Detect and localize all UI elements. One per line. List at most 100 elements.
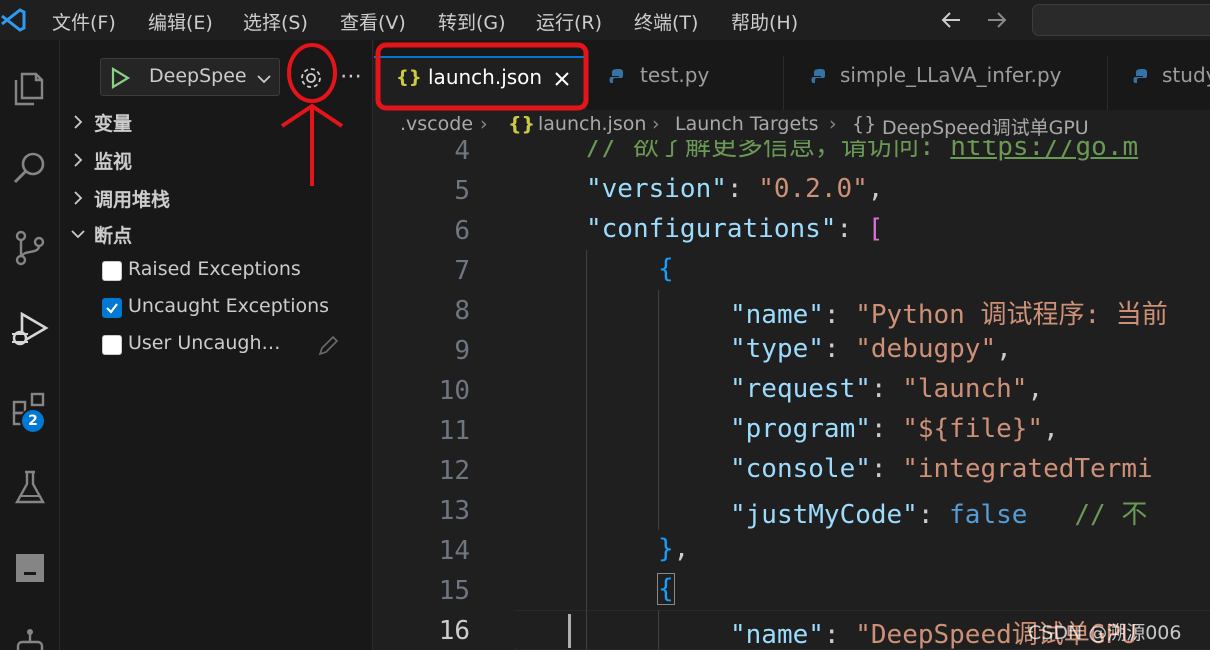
more-actions-icon[interactable]: ⋯	[340, 64, 362, 89]
run-debug-icon[interactable]	[0, 298, 60, 358]
section-call-stack[interactable]: 调用堆栈	[60, 180, 373, 216]
code-line-6: "configurations": [	[586, 214, 884, 244]
source-control-icon[interactable]	[0, 218, 60, 278]
arrow-right-icon[interactable]	[984, 8, 1008, 32]
line-number: 5	[454, 176, 470, 206]
line-number: 12	[438, 456, 470, 486]
object-icon: {}	[852, 113, 877, 135]
indent-guide	[586, 250, 587, 650]
code-string: "Python 调试程序: 当前	[855, 300, 1168, 330]
breadcrumb-section[interactable]: Launch Targets	[675, 113, 819, 135]
debug-toolbar: DeepSpee	[100, 58, 340, 96]
breakpoint-label: Raised Exceptions	[128, 258, 301, 280]
text-cursor	[568, 614, 571, 648]
menu-go[interactable]: 转到(G)	[438, 8, 506, 35]
code-line-7: {	[658, 254, 674, 284]
python-icon	[811, 69, 825, 83]
debug-config-select[interactable]: DeepSpee	[100, 58, 280, 96]
breadcrumb-separator: ›	[829, 113, 837, 135]
code-comment: // 欲了解更多信息，请访问:	[586, 140, 951, 162]
breakpoint-raised-exceptions: Raised Exceptions	[60, 253, 373, 289]
breadcrumb-file[interactable]: launch.json	[538, 113, 646, 135]
section-title: 断点	[94, 225, 133, 247]
breadcrumb: .vscode › {} launch.json › Launch Target…	[374, 110, 1210, 140]
menu-file[interactable]: 文件(F)	[52, 8, 116, 35]
check-icon	[106, 303, 118, 314]
checkbox[interactable]	[102, 335, 122, 355]
line-number-current: 16	[438, 616, 470, 646]
section-watch[interactable]: 监视	[60, 142, 373, 178]
section-title: 监视	[94, 151, 133, 173]
code-key: "program"	[730, 414, 871, 444]
code-key: "request"	[730, 374, 871, 404]
chevron-right-icon	[74, 153, 83, 167]
section-breakpoints[interactable]: 断点	[60, 216, 373, 252]
menu-run[interactable]: 运行(R)	[536, 8, 602, 35]
code-string: "${file}"	[902, 414, 1044, 444]
menu-terminal[interactable]: 终端(T)	[634, 8, 698, 35]
edit-pencil-icon[interactable]	[316, 334, 340, 358]
json-icon: {}	[396, 67, 422, 88]
line-number: 8	[454, 296, 470, 326]
watermark: CSDN @溯源006	[1028, 622, 1182, 644]
chevron-right-icon	[74, 115, 83, 129]
command-center-search[interactable]	[1032, 4, 1210, 36]
menu-selection[interactable]: 选择(S)	[243, 8, 308, 35]
line-number: 7	[454, 256, 470, 286]
testing-icon[interactable]	[0, 458, 60, 518]
breakpoint-label: Uncaught Exceptions	[128, 295, 330, 317]
explorer-icon[interactable]	[0, 58, 60, 118]
indent-guide	[658, 290, 659, 530]
code-string: "launch"	[902, 374, 1028, 404]
start-debugging-icon[interactable]	[107, 65, 133, 91]
breadcrumb-folder[interactable]: .vscode	[400, 113, 473, 135]
tab-label: study	[1162, 63, 1210, 87]
code-key: "type"	[730, 334, 824, 364]
code-comment: // 不	[1074, 500, 1148, 530]
code-line-8: "name": "Python 调试程序: 当前	[730, 300, 1168, 330]
breakpoint-user-uncaught: User Uncaugh…	[60, 327, 373, 363]
tab-label: launch.json	[428, 65, 543, 89]
gear-icon[interactable]	[298, 65, 324, 91]
tab-study[interactable]: study	[1108, 56, 1210, 110]
code-key: "console"	[730, 454, 871, 484]
line-number: 4	[454, 140, 470, 166]
checkbox[interactable]	[102, 261, 122, 281]
arrow-left-icon[interactable]	[940, 8, 964, 32]
code-key: "justMyCode"	[730, 500, 918, 530]
line-number: 15	[438, 576, 470, 606]
tab-label: simple_LLaVA_infer.py	[840, 63, 1062, 87]
code-url[interactable]: https://go.m	[950, 140, 1138, 162]
code-key: "name"	[730, 300, 824, 330]
tab-simple-llava-infer[interactable]: simple_LLaVA_infer.py	[784, 56, 1108, 110]
checkbox[interactable]	[102, 298, 122, 318]
tab-test-py[interactable]: test.py	[586, 56, 784, 110]
robot-icon[interactable]	[0, 614, 60, 650]
line-number: 13	[438, 496, 470, 526]
code-editor[interactable]: 4 5 6 7 8 9 10 11 12 13 14 15 16 // 欲了解更…	[374, 140, 1210, 650]
section-variables[interactable]: 变量	[60, 104, 373, 140]
breadcrumb-separator: ›	[652, 113, 660, 135]
menu-view[interactable]: 查看(V)	[340, 8, 406, 35]
menu-edit[interactable]: 编辑(E)	[148, 8, 213, 35]
code-keyword: false	[949, 500, 1028, 530]
code-string: "integratedTermi	[902, 454, 1153, 484]
code-line-10: "request": "launch",	[730, 374, 1044, 404]
close-icon[interactable]	[553, 70, 571, 88]
code-line-13: "justMyCode": false // 不	[730, 500, 1148, 530]
code-line-14: },	[658, 534, 690, 564]
line-number: 10	[438, 376, 470, 406]
tab-launch-json[interactable]: {} launch.json	[374, 56, 586, 110]
breakpoint-uncaught-exceptions: Uncaught Exceptions	[60, 290, 373, 326]
breadcrumb-item[interactable]: DeepSpeed调试单GPU	[882, 113, 1089, 140]
code-key: "name"	[730, 620, 824, 650]
menu-help[interactable]: 帮助(H)	[731, 8, 798, 35]
search-icon[interactable]	[0, 138, 60, 198]
line-number: 6	[454, 216, 470, 246]
editor-tabs: {} launch.json test.py simple_LLaVA_infe…	[374, 40, 1210, 110]
tab-label: test.py	[640, 63, 710, 87]
python-icon	[1133, 69, 1147, 83]
breadcrumb-separator: ›	[480, 113, 488, 135]
remote-icon[interactable]	[0, 538, 60, 598]
title-bar: 文件(F) 编辑(E) 选择(S) 查看(V) 转到(G) 运行(R) 终端(T…	[0, 0, 1210, 40]
